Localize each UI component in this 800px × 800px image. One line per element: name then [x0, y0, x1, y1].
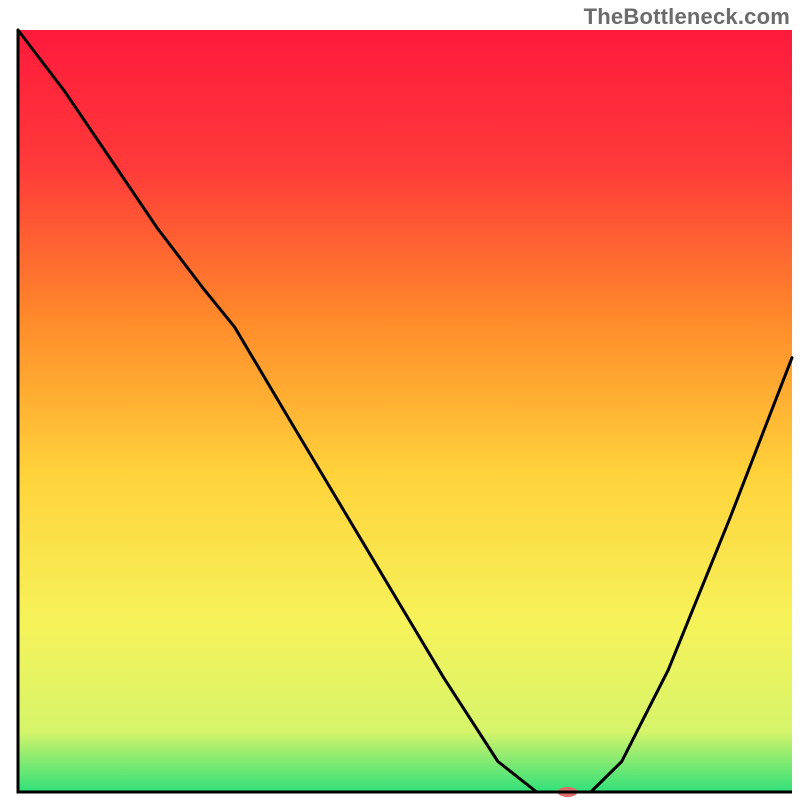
chart-canvas	[0, 0, 800, 800]
gradient-background	[18, 30, 792, 792]
bottleneck-chart: TheBottleneck.com	[0, 0, 800, 800]
